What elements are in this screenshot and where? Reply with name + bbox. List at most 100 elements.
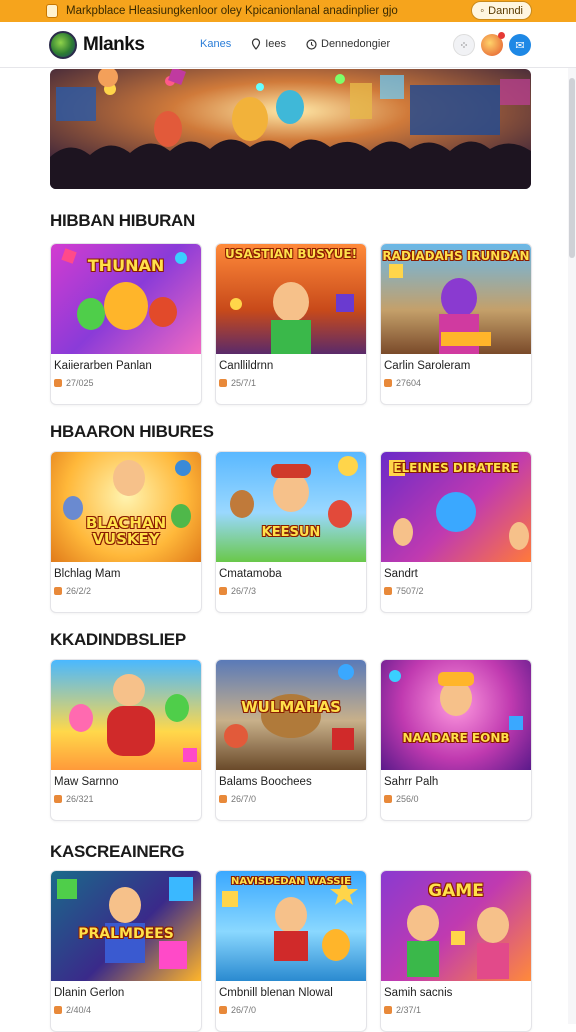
logo-text[interactable]: Mlanks: [83, 34, 145, 56]
section-title: HIBBAN HIBURAN: [50, 211, 196, 230]
game-card[interactable]: RADIADAHS IRUNDAN Carlin Saroleram 27604: [380, 243, 532, 405]
game-card[interactable]: USASTIAN BUSYUE! Canllildrnn 25/7/1: [215, 243, 367, 405]
game-meta-text: 2/40/4: [66, 1005, 92, 1015]
game-card[interactable]: GAME Samih sacnis 2/37/1: [380, 870, 532, 1032]
banner-text: Markpblace Hleasiungkenloor oley Kpicani…: [66, 5, 398, 17]
game-thumbnail: WULMAHAS: [216, 660, 366, 770]
game-card[interactable]: THUNAN Kaiierarben Panlan 27/025: [50, 243, 202, 405]
game-meta-text: 26/2/2: [66, 586, 92, 596]
hero-illustration: [50, 69, 531, 189]
game-title: Dlanin Gerlon: [54, 987, 125, 999]
game-art-title: PRALMDEES: [78, 926, 174, 942]
game-card[interactable]: BLACHAN VUSKEY Blchlag Mam 26/2/2: [50, 451, 202, 613]
game-meta-text: 25/7/1: [231, 378, 257, 388]
gamepad-icon: [54, 379, 62, 387]
gamepad-icon: [219, 1006, 227, 1014]
nav-item-kanes[interactable]: Kanes: [200, 38, 231, 50]
game-thumbnail: NAADARE EONB: [381, 660, 531, 770]
game-art-title: RADIADAHS IRUNDAN: [382, 249, 530, 263]
game-meta-text: 27/025: [66, 378, 94, 388]
game-title: Carlin Saroleram: [384, 360, 471, 372]
main-nav: Kanes Iees Dennedongier: [200, 38, 390, 50]
game-meta: 27/025: [54, 378, 94, 388]
game-art: [222, 879, 358, 961]
game-thumbnail: KEESUN: [216, 452, 366, 562]
game-art-title: NAVISDEDAN WASSIE: [231, 876, 351, 887]
chat-icon[interactable]: ✉: [509, 34, 531, 56]
game-art-title: USASTIAN BUSYUE!: [224, 247, 358, 261]
game-meta-text: 27604: [396, 378, 422, 388]
nav-item-label: Dennedongier: [321, 38, 391, 50]
game-art-title: GAME: [428, 881, 484, 901]
game-meta-text: 26/7/0: [231, 794, 257, 804]
nav-item-dennedongier[interactable]: Dennedongier: [306, 38, 390, 50]
game-title: Balams Boochees: [219, 776, 312, 788]
hero-image[interactable]: [50, 69, 531, 189]
game-meta: 2/40/4: [54, 1005, 91, 1015]
gamepad-icon: [219, 795, 227, 803]
game-card[interactable]: Maw Sarnno 26/321: [50, 659, 202, 821]
game-card[interactable]: NAVISDEDAN WASSIE Cmbnill blenan Nlowal …: [215, 870, 367, 1032]
section-title: HBAARON HIBURES: [50, 422, 214, 441]
game-thumbnail: GAME: [381, 871, 531, 981]
game-thumbnail: ELEINES DIBATERE: [381, 452, 531, 562]
game-meta: 2/37/1: [384, 1005, 421, 1015]
gamepad-icon: [384, 795, 392, 803]
game-art-title: NAADARE EONB: [402, 731, 510, 745]
apps-icon[interactable]: ⁘: [453, 34, 475, 56]
gamepad-icon: [219, 379, 227, 387]
game-meta-text: 7507/2: [396, 586, 424, 596]
game-title: Blchlag Mam: [54, 568, 121, 580]
game-thumbnail: [51, 660, 201, 770]
gamepad-icon: [384, 587, 392, 595]
game-card[interactable]: PRALMDEES Dlanin Gerlon 2/40/4: [50, 870, 202, 1032]
game-card[interactable]: NAADARE EONB Sahrr Palh 256/0: [380, 659, 532, 821]
game-title: Kaiierarben Panlan: [54, 360, 152, 372]
game-title: Samih sacnis: [384, 987, 453, 999]
nav-item-iees[interactable]: Iees: [251, 38, 286, 50]
gamepad-icon: [54, 795, 62, 803]
notice-icon: [46, 4, 58, 18]
game-meta: 27604: [384, 378, 421, 388]
game-thumbnail: PRALMDEES: [51, 871, 201, 981]
site-header: Mlanks Kanes Iees Dennedongier ⁘ ✉: [0, 22, 576, 68]
logo-icon[interactable]: [49, 31, 77, 59]
game-meta: 25/7/1: [219, 378, 256, 388]
avatar[interactable]: [481, 32, 505, 56]
game-card[interactable]: ELEINES DIBATERE Sandrt 7507/2: [380, 451, 532, 613]
scrollbar-thumb[interactable]: [569, 78, 575, 258]
section-title: KASCREAINERG: [50, 842, 185, 861]
banner-button[interactable]: ◦ Danndi: [471, 1, 532, 20]
game-meta: 26/2/2: [54, 586, 91, 596]
banner-button-label: Danndi: [488, 4, 523, 17]
game-title: Cmbnill blenan Nlowal: [219, 987, 333, 999]
game-card[interactable]: KEESUN Cmatamoba 26/7/3: [215, 451, 367, 613]
game-meta: 256/0: [384, 794, 419, 804]
gamepad-icon: [219, 587, 227, 595]
game-meta-text: 26/7/0: [231, 1005, 257, 1015]
game-meta-text: 2/37/1: [396, 1005, 422, 1015]
game-thumbnail: THUNAN: [51, 244, 201, 354]
game-meta: 26/7/0: [219, 794, 256, 804]
clock-icon: [306, 38, 317, 50]
game-title: Canllildrnn: [219, 360, 274, 372]
game-art-title: BLACHAN VUSKEY: [85, 514, 167, 548]
game-title: Cmatamoba: [219, 568, 282, 580]
game-art-title: THUNAN: [87, 256, 165, 275]
game-art-title: ELEINES DIBATERE: [393, 461, 519, 475]
game-meta: 26/7/0: [219, 1005, 256, 1015]
gamepad-icon: [384, 1006, 392, 1014]
game-title: Sandrt: [384, 568, 418, 580]
gamepad-icon: [54, 1006, 62, 1014]
promo-banner: Markpblace Hleasiungkenloor oley Kpicani…: [0, 0, 576, 22]
game-title: Sahrr Palh: [384, 776, 439, 788]
game-meta: 7507/2: [384, 586, 424, 596]
game-card[interactable]: WULMAHAS Balams Boochees 26/7/0: [215, 659, 367, 821]
gamepad-icon: [54, 587, 62, 595]
game-thumbnail: NAVISDEDAN WASSIE: [216, 871, 366, 981]
game-art-title: WULMAHAS: [241, 698, 341, 716]
scrollbar[interactable]: [568, 68, 576, 1024]
game-meta-text: 256/0: [396, 794, 419, 804]
game-meta: 26/321: [54, 794, 94, 804]
game-thumbnail: RADIADAHS IRUNDAN: [381, 244, 531, 354]
